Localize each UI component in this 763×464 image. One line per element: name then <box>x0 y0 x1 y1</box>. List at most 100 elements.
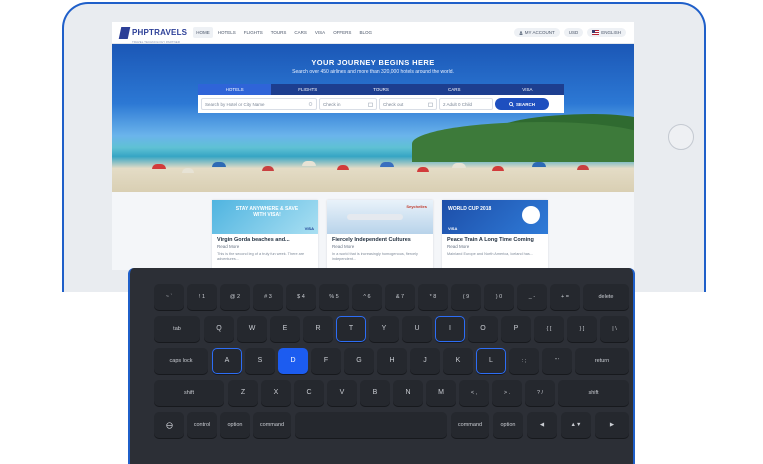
checkout-input[interactable]: Check out <box>379 98 437 110</box>
key-w[interactable]: W <box>237 316 267 342</box>
key-bracket-right[interactable]: } ] <box>567 316 597 342</box>
key-arrow-updown[interactable]: ▲▼ <box>561 412 591 438</box>
read-more-link[interactable]: Read More <box>332 244 428 249</box>
key-command-right[interactable]: command <box>451 412 489 438</box>
key-e[interactable]: E <box>270 316 300 342</box>
key-tab[interactable]: tab <box>154 316 200 342</box>
tab-hotels[interactable]: HOTELS <box>198 84 272 95</box>
card-title[interactable]: Fiercely Independent Cultures <box>332 237 428 243</box>
card-title[interactable]: Virgin Gorda beaches and... <box>217 237 313 243</box>
nav-blog[interactable]: BLOG <box>356 27 375 38</box>
key-shift-left[interactable]: shift <box>154 380 224 406</box>
key-globe[interactable] <box>154 412 184 438</box>
currency-select[interactable]: USD <box>563 28 584 37</box>
key-1[interactable]: ! 1 <box>187 284 217 310</box>
tab-cars[interactable]: CARS <box>418 84 491 95</box>
key-i[interactable]: I <box>435 316 465 342</box>
key-return[interactable]: return <box>575 348 629 374</box>
key-comma[interactable]: < , <box>459 380 489 406</box>
nav-offers[interactable]: OFFERS <box>330 27 354 38</box>
key-space[interactable] <box>295 412 447 438</box>
key-6[interactable]: ^ 6 <box>352 284 382 310</box>
key-s[interactable]: S <box>245 348 275 374</box>
key-9[interactable]: ( 9 <box>451 284 481 310</box>
key-d[interactable]: D <box>278 348 308 374</box>
key-slash[interactable]: ? / <box>525 380 555 406</box>
key-semicolon[interactable]: : ; <box>509 348 539 374</box>
globe-icon <box>165 421 173 429</box>
currency-label: USD <box>568 30 579 35</box>
brand-logo[interactable]: PHPTRAVELS TRAVEL TECHNOLOGY PARTNER <box>118 22 187 44</box>
key-q[interactable]: Q <box>204 316 234 342</box>
nav-tours[interactable]: TOURS <box>268 27 290 38</box>
key-a[interactable]: A <box>212 348 242 374</box>
key-y[interactable]: Y <box>369 316 399 342</box>
blog-card[interactable]: STAY ANYWHERE & SAVE WITH VISA! VISA Vir… <box>212 200 318 270</box>
tab-flights[interactable]: FLIGHTS <box>271 84 344 95</box>
key-arrow-left[interactable]: ◀ <box>527 412 557 438</box>
key-3[interactable]: # 3 <box>253 284 283 310</box>
key-p[interactable]: P <box>501 316 531 342</box>
key-option-left[interactable]: option <box>220 412 250 438</box>
nav-home[interactable]: HOME <box>193 27 213 38</box>
key-v[interactable]: V <box>327 380 357 406</box>
key-2[interactable]: @ 2 <box>220 284 250 310</box>
key-8[interactable]: * 8 <box>418 284 448 310</box>
account-button[interactable]: MY ACCOUNT <box>513 28 560 37</box>
key-delete[interactable]: delete <box>583 284 629 310</box>
card-title[interactable]: Peace Train A Long Time Coming <box>447 237 543 243</box>
key-h[interactable]: H <box>377 348 407 374</box>
device-scene: PHPTRAVELS TRAVEL TECHNOLOGY PARTNER HOM… <box>0 0 763 464</box>
key-f[interactable]: F <box>311 348 341 374</box>
key-n[interactable]: N <box>393 380 423 406</box>
destination-placeholder: Search by Hotel or City Name <box>205 101 265 107</box>
search-button[interactable]: SEARCH <box>495 98 549 110</box>
key-shift-right[interactable]: shift <box>558 380 629 406</box>
tab-tours[interactable]: TOURS <box>344 84 417 95</box>
key-4[interactable]: $ 4 <box>286 284 316 310</box>
language-select[interactable]: ENGLISH <box>587 28 626 37</box>
nav-cars[interactable]: CARS <box>291 27 310 38</box>
key-5[interactable]: % 5 <box>319 284 349 310</box>
key-t[interactable]: T <box>336 316 366 342</box>
tab-visa[interactable]: VISA <box>491 84 564 95</box>
blog-card[interactable]: WORLD CUP 2018 VISA Peace Train A Long T… <box>442 200 548 270</box>
nav-flights[interactable]: FLIGHTS <box>241 27 266 38</box>
key-u[interactable]: U <box>402 316 432 342</box>
checkin-input[interactable]: Check in <box>319 98 377 110</box>
key-z[interactable]: Z <box>228 380 258 406</box>
key-backslash[interactable]: | \ <box>600 316 629 342</box>
key-0[interactable]: ) 0 <box>484 284 514 310</box>
key-caps-lock[interactable]: caps lock <box>154 348 208 374</box>
key-r[interactable]: R <box>303 316 333 342</box>
key-j[interactable]: J <box>410 348 440 374</box>
key-control[interactable]: control <box>187 412 217 438</box>
key-o[interactable]: O <box>468 316 498 342</box>
hero-subtitle: Search over 450 airlines and more than 3… <box>292 69 454 75</box>
key-option-right[interactable]: option <box>493 412 523 438</box>
key-command-left[interactable]: command <box>253 412 291 438</box>
key-bracket-left[interactable]: { [ <box>534 316 564 342</box>
nav-hotels[interactable]: HOTELS <box>215 27 239 38</box>
key-arrow-right[interactable]: ▶ <box>595 412 629 438</box>
key-quote[interactable]: " ' <box>542 348 572 374</box>
key-period[interactable]: > . <box>492 380 522 406</box>
key-c[interactable]: C <box>294 380 324 406</box>
blog-card[interactable]: Seychelles Fiercely Independent Cultures… <box>327 200 433 270</box>
key-minus[interactable]: _ - <box>517 284 547 310</box>
guests-select[interactable]: 2 Adult 0 Child <box>439 98 493 110</box>
nav-visa[interactable]: VISA <box>312 27 328 38</box>
key-l[interactable]: L <box>476 348 506 374</box>
key-k[interactable]: K <box>443 348 473 374</box>
key-equals[interactable]: + = <box>550 284 580 310</box>
key-b[interactable]: B <box>360 380 390 406</box>
key-7[interactable]: & 7 <box>385 284 415 310</box>
read-more-link[interactable]: Read More <box>217 244 313 249</box>
destination-input[interactable]: Search by Hotel or City Name <box>201 98 317 110</box>
key-tilde[interactable]: ~ ` <box>154 284 184 310</box>
read-more-link[interactable]: Read More <box>447 244 543 249</box>
key-x[interactable]: X <box>261 380 291 406</box>
home-button[interactable] <box>668 124 694 150</box>
key-m[interactable]: M <box>426 380 456 406</box>
key-g[interactable]: G <box>344 348 374 374</box>
